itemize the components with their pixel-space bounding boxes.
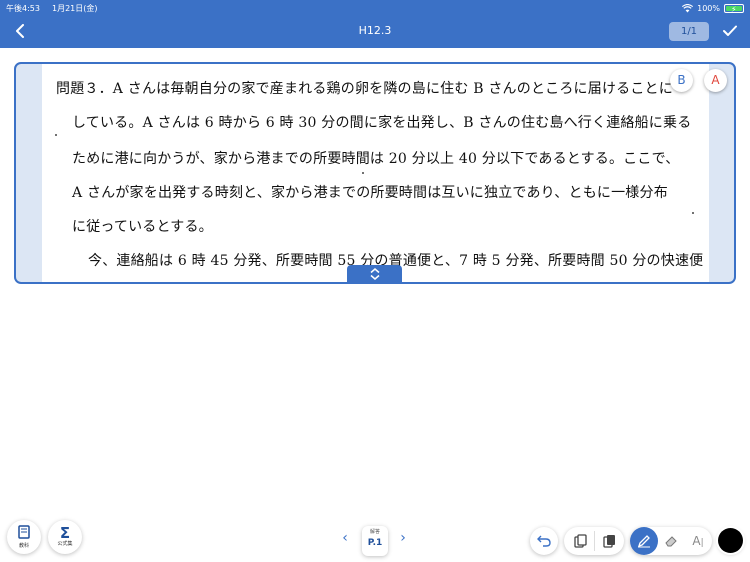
scan-speck: [692, 212, 694, 214]
undo-group: [530, 527, 558, 555]
problem-line: 問題３．A さんは毎朝自分の家で産まれる鶏の卵を隣の島に住む B さんのところに…: [56, 81, 673, 97]
problem-line: ために港に向かうが、家から港までの所要時間は 20 分以上 40 分以下であると…: [72, 151, 680, 167]
pen-icon[interactable]: [630, 527, 658, 555]
copy-icon[interactable]: [566, 527, 594, 555]
status-time: 午後4:53: [6, 4, 40, 13]
textbook-caption: 教科: [18, 543, 29, 549]
page-title: H12.3: [358, 24, 392, 37]
pen-color-swatch[interactable]: [718, 528, 743, 553]
answer-pager: ‹ 解答 P.1 ›: [338, 526, 412, 556]
answer-page-button[interactable]: 解答 P.1: [362, 526, 388, 556]
prev-page-icon[interactable]: ‹: [338, 530, 352, 546]
nav-bar: H12.3 1/1: [0, 17, 750, 45]
answer-a-button[interactable]: A: [704, 69, 727, 92]
problem-line: に従っているとする。: [72, 219, 213, 235]
formula-button[interactable]: Σ 公式集: [48, 520, 82, 554]
formula-caption: 公式集: [57, 541, 73, 547]
battery-icon: ⚡: [724, 4, 744, 14]
next-page-icon[interactable]: ›: [396, 530, 410, 546]
undo-icon[interactable]: [530, 527, 558, 555]
clipboard-group: [564, 527, 624, 555]
problem-line: A さんが家を出発する時刻と、家から港までの所要時間は互いに独立であり、ともに一…: [72, 185, 668, 201]
answer-label: 解答: [369, 529, 380, 535]
drawing-tools: A|: [630, 527, 712, 555]
page-indicator-button[interactable]: 1/1: [669, 22, 709, 41]
status-date: 1月21日(金): [52, 4, 98, 13]
wifi-icon: [682, 4, 694, 13]
status-right: 100% ⚡: [682, 2, 744, 15]
problem-card: 問題３．A さんは毎朝自分の家で産まれる鶏の卵を隣の島に住む B さんのところに…: [14, 62, 736, 284]
book-icon: [7, 525, 41, 543]
eraser-icon[interactable]: [657, 527, 685, 555]
scan-speck: [55, 134, 57, 136]
check-icon[interactable]: [720, 19, 740, 43]
sigma-icon: Σ: [59, 524, 71, 542]
status-bar: 午後4:53 1月21日(金) 100% ⚡: [6, 2, 744, 15]
top-bar: 午後4:53 1月21日(金) 100% ⚡ H12.3 1/1: [0, 0, 750, 48]
answer-b-button[interactable]: B: [670, 69, 693, 92]
battery-percent: 100%: [697, 4, 720, 13]
scan-speck: [362, 172, 364, 174]
textbook-button[interactable]: 教科: [7, 520, 41, 554]
answer-page-number: P.1: [367, 538, 383, 548]
paste-icon[interactable]: [595, 527, 623, 555]
text-icon[interactable]: A|: [684, 527, 712, 555]
problem-sheet: 問題３．A さんは毎朝自分の家で産まれる鶏の卵を隣の島に住む B さんのところに…: [42, 64, 709, 282]
problem-line: している。A さんは 6 時から 6 時 30 分の間に家を出発し、B さんの住…: [72, 115, 692, 131]
expand-chevron-icon[interactable]: [347, 265, 402, 284]
